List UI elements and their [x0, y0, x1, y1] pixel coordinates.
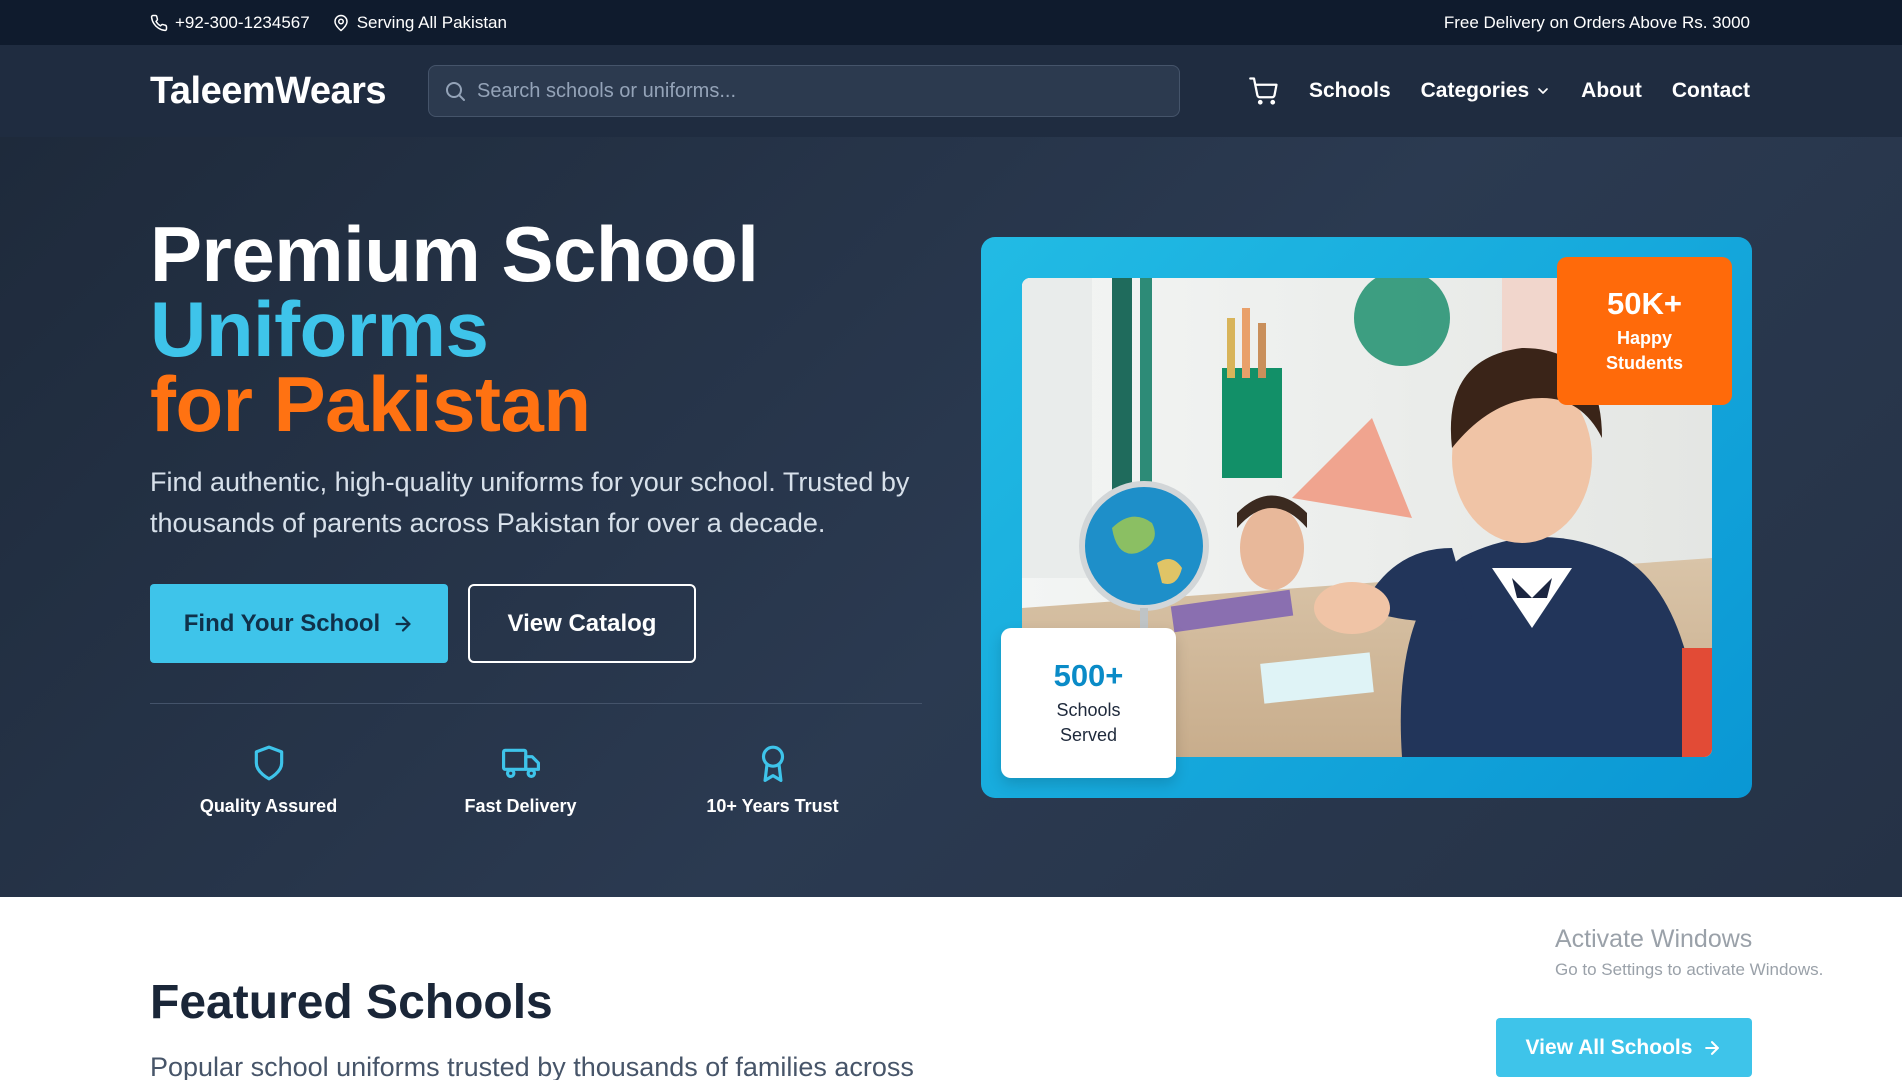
view-all-schools-label: View All Schools	[1525, 1035, 1693, 1059]
hero-section: Premium School Uniforms for Pakistan Fin…	[0, 137, 1902, 897]
featured-schools-section: Featured Schools Popular school uniforms…	[150, 975, 1050, 1080]
site-logo[interactable]: TaleemWears	[150, 70, 387, 113]
windows-activation-watermark: Activate Windows Go to Settings to activ…	[1555, 925, 1823, 980]
nav-categories-label: Categories	[1420, 79, 1530, 102]
view-catalog-button[interactable]: View Catalog	[468, 584, 696, 663]
service-area-text: Serving All Pakistan	[356, 12, 507, 32]
hero-title-line3: for Pakistan	[150, 360, 591, 448]
cart-button[interactable]	[1249, 76, 1279, 106]
happy-students-value: 50K+	[1607, 286, 1682, 321]
main-navbar: TaleemWears Schools Categories About Con…	[0, 45, 1902, 137]
search-bar	[428, 65, 1181, 117]
schools-served-label: Schools Served	[1056, 700, 1121, 745]
shield-icon	[254, 745, 283, 781]
top-info-bar: +92-300-1234567 Serving All Pakistan Fre…	[0, 0, 1902, 45]
map-pin-icon	[333, 14, 348, 31]
happy-students-label: Happy Students	[1605, 328, 1683, 373]
feature-quality-label: Quality Assured	[199, 796, 338, 816]
featured-schools-title: Featured Schools	[150, 976, 553, 1029]
delivery-promo: Free Delivery on Orders Above Rs. 3000	[1443, 12, 1750, 32]
hero-title-line2: Uniforms	[150, 285, 489, 373]
hero-image-card: 50K+ Happy Students 500+ Schools Served	[981, 237, 1752, 798]
phone-contact[interactable]: +92-300-1234567	[150, 13, 310, 33]
truck-icon	[501, 748, 540, 779]
nav-link-about[interactable]: About	[1581, 79, 1642, 103]
nav-link-categories[interactable]: Categories	[1421, 79, 1552, 103]
view-all-schools-button[interactable]: View All Schools	[1496, 1018, 1752, 1077]
hero-title-line1: Premium School	[150, 210, 759, 298]
watermark-title: Activate Windows	[1555, 925, 1753, 953]
arrow-right-icon	[395, 615, 411, 632]
schools-served-value: 500+	[1053, 658, 1124, 693]
feature-quality: Quality Assured	[135, 744, 402, 817]
schools-served-badge: 500+ Schools Served	[1001, 628, 1176, 778]
arrow-right-icon	[1705, 1040, 1720, 1055]
hero-description: Find authentic, high-quality uniforms fo…	[150, 467, 910, 538]
shopping-cart-icon	[1249, 77, 1278, 105]
phone-icon	[150, 14, 168, 31]
find-your-school-label: Find Your School	[183, 609, 381, 637]
nav-link-contact[interactable]: Contact	[1672, 79, 1750, 103]
feature-delivery-label: Fast Delivery	[464, 796, 577, 816]
watermark-subtitle: Go to Settings to activate Windows.	[1555, 960, 1824, 979]
featured-schools-subtitle: Popular school uniforms trusted by thous…	[150, 1052, 914, 1080]
hero-title: Premium School Uniforms for Pakistan	[150, 210, 930, 448]
hero-divider	[150, 703, 922, 704]
service-area: Serving All Pakistan	[332, 13, 507, 33]
award-icon	[761, 745, 784, 782]
feature-list: Quality Assured Fast Delivery 10+ Years …	[150, 744, 952, 817]
find-your-school-button[interactable]: Find Your School	[150, 584, 448, 663]
search-input[interactable]	[477, 79, 1180, 103]
phone-number: +92-300-1234567	[175, 12, 310, 32]
feature-trust: 10+ Years Trust	[639, 744, 906, 817]
search-icon	[446, 82, 466, 101]
feature-delivery: Fast Delivery	[387, 744, 654, 817]
feature-trust-label: 10+ Years Trust	[706, 796, 839, 816]
chevron-down-icon	[1538, 88, 1549, 94]
nav-link-schools[interactable]: Schools	[1309, 79, 1391, 103]
happy-students-badge: 50K+ Happy Students	[1557, 257, 1732, 405]
